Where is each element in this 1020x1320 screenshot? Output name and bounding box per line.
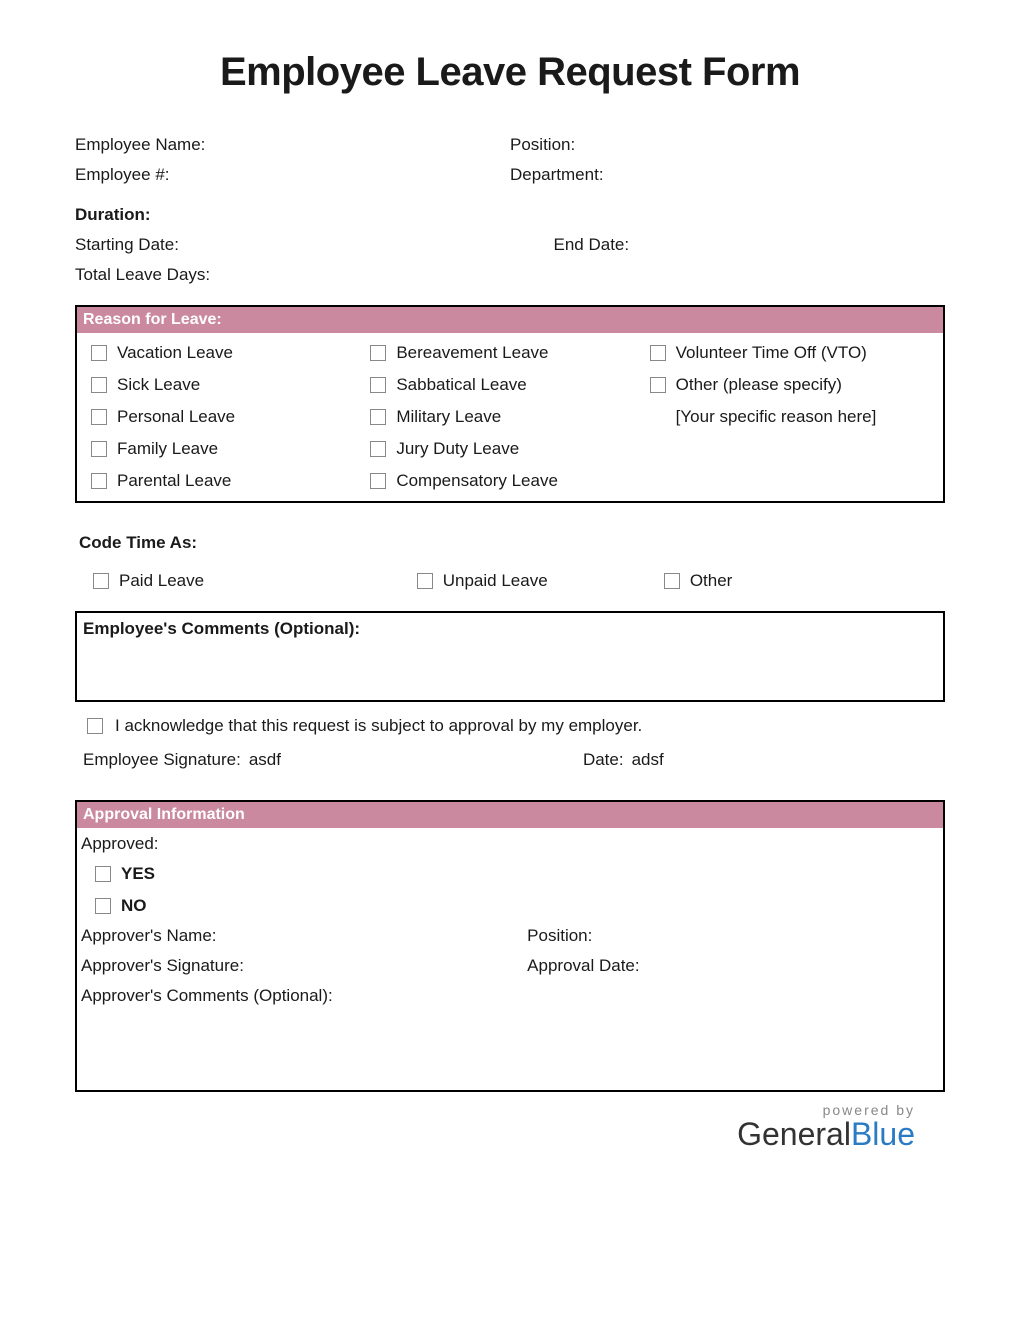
- checkbox-icon[interactable]: [95, 898, 111, 914]
- approver-signature-field[interactable]: Approver's Signature:: [81, 956, 527, 976]
- code-time-header: Code Time As:: [75, 533, 945, 553]
- starting-date-field[interactable]: Starting Date:: [75, 235, 554, 255]
- employee-comments-box[interactable]: Employee's Comments (Optional):: [75, 611, 945, 702]
- checkbox-icon[interactable]: [91, 409, 107, 425]
- reason-military[interactable]: Military Leave: [370, 407, 649, 427]
- signature-date-value: adsf: [632, 750, 664, 770]
- checkbox-icon[interactable]: [370, 377, 386, 393]
- employee-signature-label: Employee Signature:: [83, 750, 241, 770]
- employee-signature-field[interactable]: Employee Signature: asdf: [83, 750, 583, 770]
- reason-section: Reason for Leave: Vacation Leave Sick Le…: [75, 305, 945, 503]
- reason-parental[interactable]: Parental Leave: [91, 471, 370, 491]
- page-title: Employee Leave Request Form: [75, 50, 945, 95]
- employee-comments-header: Employee's Comments (Optional):: [77, 613, 943, 645]
- total-days-field[interactable]: Total Leave Days:: [75, 265, 945, 285]
- reason-jury[interactable]: Jury Duty Leave: [370, 439, 649, 459]
- department-field[interactable]: Department:: [510, 165, 945, 185]
- employee-num-label: Employee #:: [75, 165, 170, 185]
- end-date-label: End Date:: [554, 235, 630, 255]
- reason-bereavement[interactable]: Bereavement Leave: [370, 343, 649, 363]
- checkbox-icon[interactable]: [650, 345, 666, 361]
- approval-header: Approval Information: [77, 802, 943, 828]
- checkbox-icon[interactable]: [91, 377, 107, 393]
- checkbox-icon[interactable]: [87, 718, 103, 734]
- code-paid[interactable]: Paid Leave: [93, 571, 417, 591]
- approved-yes[interactable]: YES: [95, 864, 939, 884]
- approval-section: Approval Information Approved: YES NO Ap…: [75, 800, 945, 1092]
- checkbox-icon[interactable]: [370, 473, 386, 489]
- footer: powered by GeneralBlue: [75, 1102, 945, 1153]
- reason-compensatory[interactable]: Compensatory Leave: [370, 471, 649, 491]
- checkbox-icon[interactable]: [650, 377, 666, 393]
- employee-signature-value: asdf: [249, 750, 281, 770]
- checkbox-icon[interactable]: [664, 573, 680, 589]
- checkbox-icon[interactable]: [370, 345, 386, 361]
- acknowledge-text: I acknowledge that this request is subje…: [115, 716, 642, 736]
- approved-label: Approved:: [81, 834, 939, 854]
- checkbox-icon[interactable]: [91, 345, 107, 361]
- checkbox-icon[interactable]: [417, 573, 433, 589]
- approver-comments-input[interactable]: [81, 1016, 939, 1076]
- reason-family[interactable]: Family Leave: [91, 439, 370, 459]
- signature-date-label: Date:: [583, 750, 624, 770]
- position-label: Position:: [510, 135, 575, 155]
- department-label: Department:: [510, 165, 604, 185]
- code-other[interactable]: Other: [664, 571, 945, 591]
- checkbox-icon[interactable]: [95, 866, 111, 882]
- approval-date-field[interactable]: Approval Date:: [527, 956, 639, 976]
- reason-header: Reason for Leave:: [77, 307, 943, 333]
- position-field[interactable]: Position:: [510, 135, 945, 155]
- code-unpaid[interactable]: Unpaid Leave: [417, 571, 664, 591]
- end-date-field[interactable]: End Date:: [554, 235, 946, 255]
- checkbox-icon[interactable]: [91, 473, 107, 489]
- reason-vto[interactable]: Volunteer Time Off (VTO): [650, 343, 929, 363]
- employee-name-field[interactable]: Employee Name:: [75, 135, 510, 155]
- code-time-section: Code Time As: Paid Leave Unpaid Leave Ot…: [75, 533, 945, 591]
- duration-label: Duration:: [75, 205, 151, 225]
- reason-other-input[interactable]: [Your specific reason here]: [676, 407, 929, 427]
- signature-date-field[interactable]: Date: adsf: [583, 750, 664, 770]
- checkbox-icon[interactable]: [91, 441, 107, 457]
- checkbox-icon[interactable]: [370, 409, 386, 425]
- employee-name-label: Employee Name:: [75, 135, 205, 155]
- acknowledge-checkbox[interactable]: I acknowledge that this request is subje…: [75, 716, 945, 736]
- reason-other[interactable]: Other (please specify): [650, 375, 929, 395]
- checkbox-icon[interactable]: [93, 573, 109, 589]
- starting-date-label: Starting Date:: [75, 235, 179, 255]
- total-days-label: Total Leave Days:: [75, 265, 210, 285]
- brand-logo: GeneralBlue: [75, 1116, 915, 1153]
- employee-num-field[interactable]: Employee #:: [75, 165, 510, 185]
- approver-position-field[interactable]: Position:: [527, 926, 592, 946]
- reason-sick[interactable]: Sick Leave: [91, 375, 370, 395]
- reason-personal[interactable]: Personal Leave: [91, 407, 370, 427]
- reason-sabbatical[interactable]: Sabbatical Leave: [370, 375, 649, 395]
- approver-comments-label: Approver's Comments (Optional):: [81, 986, 939, 1006]
- checkbox-icon[interactable]: [370, 441, 386, 457]
- approver-name-field[interactable]: Approver's Name:: [81, 926, 527, 946]
- reason-vacation[interactable]: Vacation Leave: [91, 343, 370, 363]
- approved-no[interactable]: NO: [95, 896, 939, 916]
